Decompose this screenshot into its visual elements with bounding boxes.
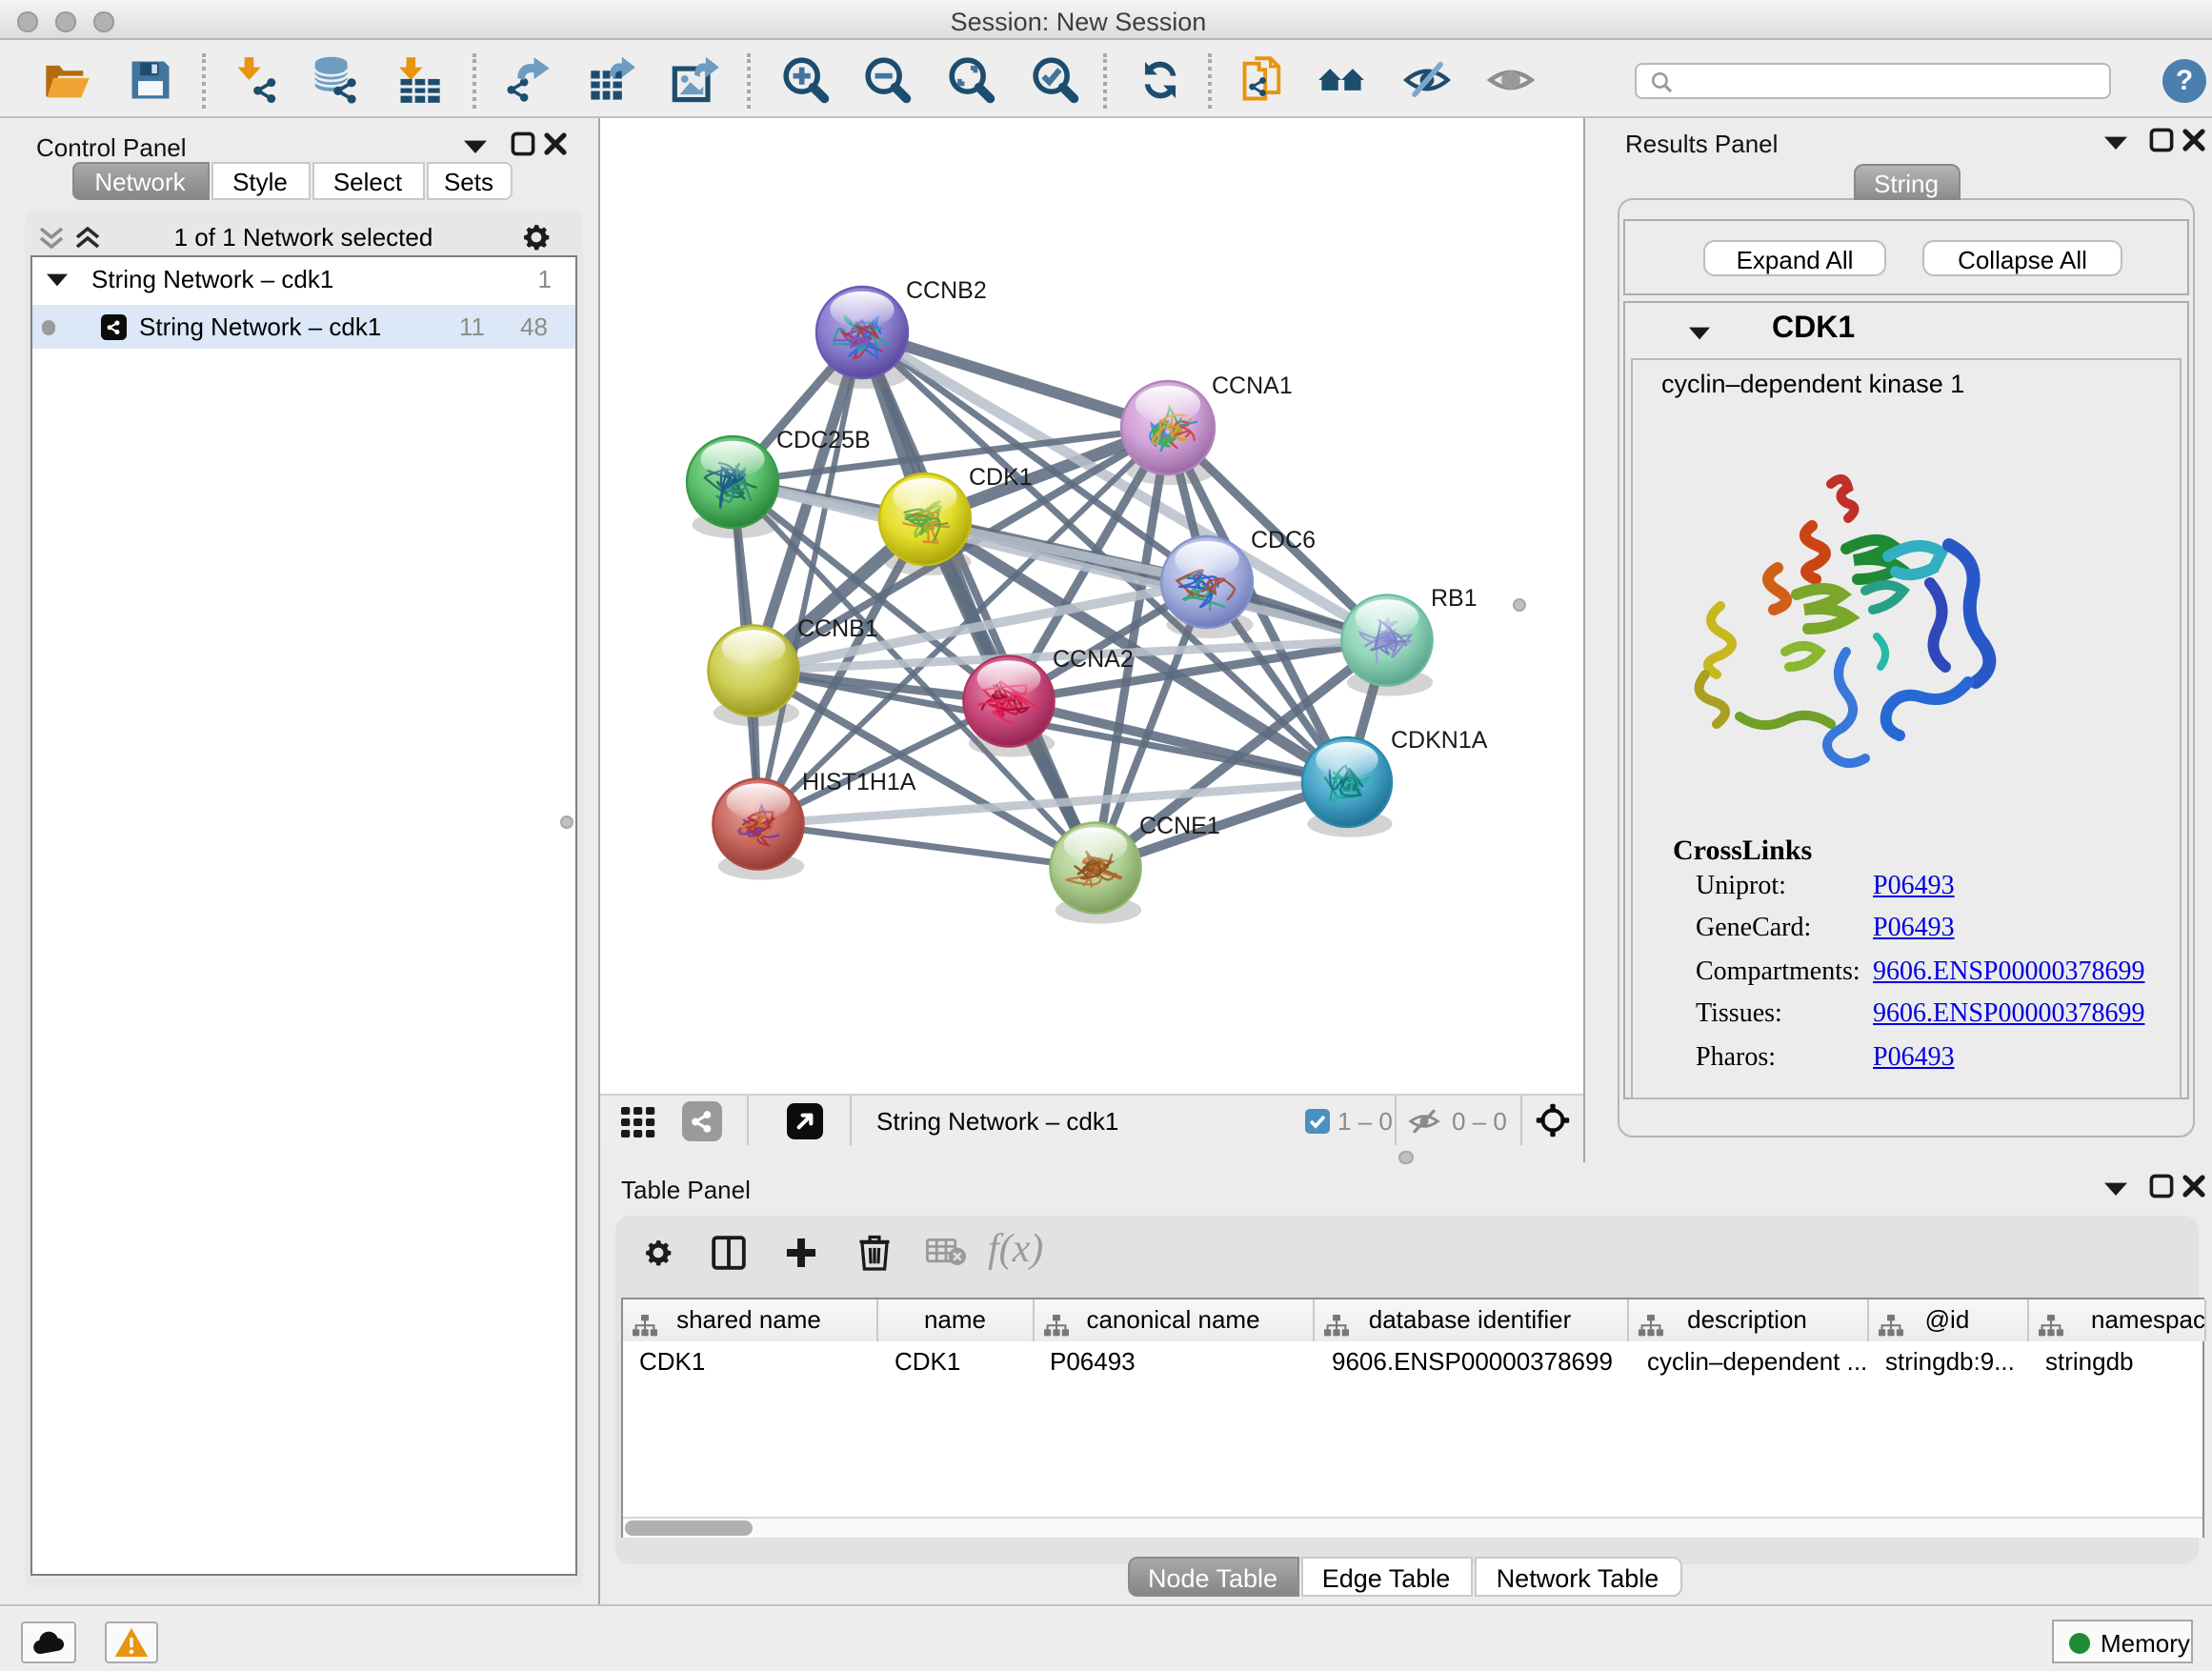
svg-text:CCNE1: CCNE1 [1138,813,1219,839]
svg-text:CCNB2: CCNB2 [905,277,986,304]
svg-text:HIST1H1A: HIST1H1A [801,769,915,795]
svg-text:CCNB1: CCNB1 [796,615,877,642]
svg-text:CCNA1: CCNA1 [1211,372,1292,399]
svg-text:CDC6: CDC6 [1250,527,1315,554]
svg-text:CDC25B: CDC25B [775,427,870,453]
svg-text:CDKN1A: CDKN1A [1390,727,1487,754]
svg-text:CDK1: CDK1 [968,464,1032,491]
svg-text:RB1: RB1 [1430,585,1477,612]
svg-text:CCNA2: CCNA2 [1052,646,1133,673]
